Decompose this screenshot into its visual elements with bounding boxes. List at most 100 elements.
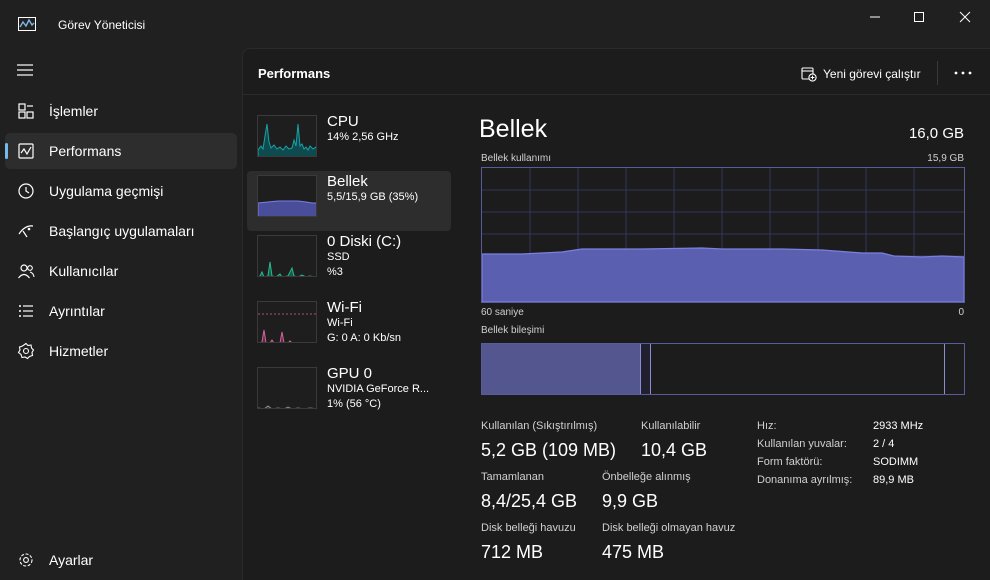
- nav-item-label: Ayarlar: [49, 552, 94, 568]
- users-icon: [18, 264, 35, 279]
- nav-item-app-history[interactable]: Uygulama geçmişi: [5, 173, 237, 209]
- memory-usage-graph: [481, 167, 965, 303]
- disk-thumbnail-graph: [257, 235, 317, 277]
- hardware-reserved-value: 89,9 MB: [873, 474, 914, 486]
- available-label: Kullanılabilir: [641, 420, 701, 432]
- resource-detail: 5,5/15,9 GB (35%): [327, 191, 419, 203]
- nav-item-label: Performans: [49, 143, 122, 159]
- paged-pool-value: 712 MB: [481, 542, 544, 562]
- hamburger-menu-icon[interactable]: [16, 62, 34, 78]
- nav-item-label: Uygulama geçmişi: [49, 183, 164, 199]
- resource-item-wifi[interactable]: Wi-Fi Wi-Fi G: 0 A: 0 Kb/sn: [247, 297, 451, 357]
- nav-item-label: Ayrıntılar: [49, 303, 105, 319]
- nav-item-startup-apps[interactable]: Başlangıç uygulamaları: [5, 213, 237, 249]
- composition-standby-segment: [651, 344, 945, 394]
- composition-in-use-segment: [482, 344, 641, 394]
- maximize-button[interactable]: [896, 0, 942, 34]
- maximize-icon: [914, 12, 924, 22]
- in-use-label: Kullanılan (Sıkıştırılmış): [481, 420, 598, 432]
- resource-detail: SSD: [327, 251, 350, 263]
- hardware-reserved-label: Donanıma ayrılmış:: [757, 474, 853, 486]
- committed-label: Tamamlanan: [481, 471, 544, 483]
- selection-indicator: [5, 143, 8, 159]
- minimize-button[interactable]: [852, 0, 898, 34]
- close-icon: [959, 11, 971, 23]
- memory-composition-bar: [481, 343, 965, 395]
- slots-used-label: Kullanılan yuvalar:: [757, 438, 847, 450]
- run-new-task-button[interactable]: Yeni görevi çalıştır: [801, 65, 921, 83]
- speed-value: 2933 MHz: [873, 420, 924, 432]
- run-task-icon: [801, 67, 817, 82]
- services-icon: [17, 342, 35, 360]
- resource-name: CPU: [327, 113, 359, 130]
- nav-item-details[interactable]: Ayrıntılar: [5, 293, 237, 329]
- cached-value: 9,9 GB: [602, 491, 659, 511]
- resource-item-gpu[interactable]: GPU 0 NVIDIA GeForce R... 1% (56 °C): [247, 363, 451, 423]
- resource-item-cpu[interactable]: CPU 14% 2,56 GHz: [247, 111, 451, 171]
- details-icon: [19, 305, 33, 317]
- resource-detail-secondary: %3: [327, 266, 343, 278]
- wifi-thumbnail-graph: [257, 301, 317, 343]
- resource-name: 0 Diski (C:): [327, 233, 402, 250]
- nav-item-settings[interactable]: Ayarlar: [5, 542, 237, 578]
- close-button[interactable]: [942, 0, 988, 34]
- resource-name: GPU 0: [327, 365, 373, 382]
- resource-item-disk[interactable]: 0 Diski (C:) SSD %3: [247, 231, 451, 291]
- navigation-pane: İşlemler Performans Uygulama geçmişi Baş…: [0, 48, 242, 580]
- memory-thumbnail-graph: [257, 175, 317, 217]
- resource-detail: Wi-Fi: [327, 317, 353, 329]
- composition-modified-segment: [641, 344, 651, 394]
- nav-item-performance[interactable]: Performans: [5, 133, 237, 169]
- cpu-thumbnail-graph: [257, 115, 317, 157]
- detail-total-capacity: 16,0 GB: [908, 125, 964, 142]
- time-axis-end: 0: [958, 307, 964, 318]
- form-factor-value: SODIMM: [873, 456, 919, 468]
- page-title: Performans: [258, 66, 331, 81]
- task-manager-logo-icon: [18, 17, 36, 31]
- resource-detail: NVIDIA GeForce R...: [327, 383, 430, 395]
- nav-item-services[interactable]: Hizmetler: [5, 333, 237, 369]
- slots-used-value: 2 / 4: [873, 438, 895, 450]
- main-content: Performans Yeni görevi çalıştır CPU 14% …: [242, 48, 990, 580]
- processes-icon: [18, 103, 34, 119]
- nav-item-label: Hizmetler: [49, 343, 109, 359]
- time-axis-start: 60 saniye: [481, 307, 524, 318]
- gpu-thumbnail-graph: [257, 367, 317, 409]
- nav-item-label: İşlemler: [49, 103, 99, 119]
- nav-item-label: Başlangıç uygulamaları: [49, 223, 195, 239]
- more-options-icon: [954, 71, 972, 75]
- form-factor-label: Form faktörü:: [757, 456, 823, 468]
- resource-item-memory[interactable]: Bellek 5,5/15,9 GB (35%): [247, 171, 451, 231]
- committed-value: 8,4/25,4 GB: [481, 491, 578, 511]
- resource-name: Bellek: [327, 173, 368, 190]
- window-title: Görev Yöneticisi: [58, 18, 146, 32]
- in-use-value: 5,2 GB (109 MB): [481, 440, 617, 460]
- history-icon: [18, 183, 34, 199]
- detail-title: Bellek: [479, 115, 548, 143]
- available-value: 10,4 GB: [641, 440, 708, 460]
- nonpaged-pool-value: 475 MB: [602, 542, 665, 562]
- resource-list: CPU 14% 2,56 GHz Bellek 5,5/15,9 GB (35%…: [243, 95, 455, 580]
- cached-label: Önbelleğe alınmış: [602, 471, 691, 483]
- nav-item-users[interactable]: Kullanıcılar: [5, 253, 237, 289]
- speed-label: Hız:: [757, 420, 777, 432]
- nonpaged-pool-label: Disk belleği olmayan havuz: [602, 522, 736, 534]
- memory-composition-label: Bellek bileşimi: [481, 325, 545, 336]
- resource-detail: 14% 2,56 GHz: [327, 131, 399, 143]
- memory-usage-label: Bellek kullanımı: [481, 153, 552, 164]
- resource-detail-secondary: G: 0 A: 0 Kb/sn: [327, 332, 401, 344]
- settings-gear-icon: [19, 553, 33, 567]
- paged-pool-label: Disk belleği havuzu: [481, 522, 576, 534]
- nav-item-processes[interactable]: İşlemler: [5, 93, 237, 129]
- header-divider: [937, 61, 938, 85]
- startup-icon: [18, 225, 34, 238]
- memory-usage-max: 15,9 GB: [927, 153, 964, 164]
- memory-usage-area: [481, 247, 965, 303]
- more-options-button[interactable]: [951, 63, 975, 83]
- page-header: Performans Yeni görevi çalıştır: [243, 49, 990, 95]
- resource-detail-secondary: 1% (56 °C): [327, 398, 381, 410]
- run-task-label: Yeni görevi çalıştır: [823, 67, 921, 81]
- performance-icon: [18, 143, 34, 159]
- nav-item-label: Kullanıcılar: [49, 263, 119, 279]
- title-bar: Görev Yöneticisi: [0, 0, 990, 48]
